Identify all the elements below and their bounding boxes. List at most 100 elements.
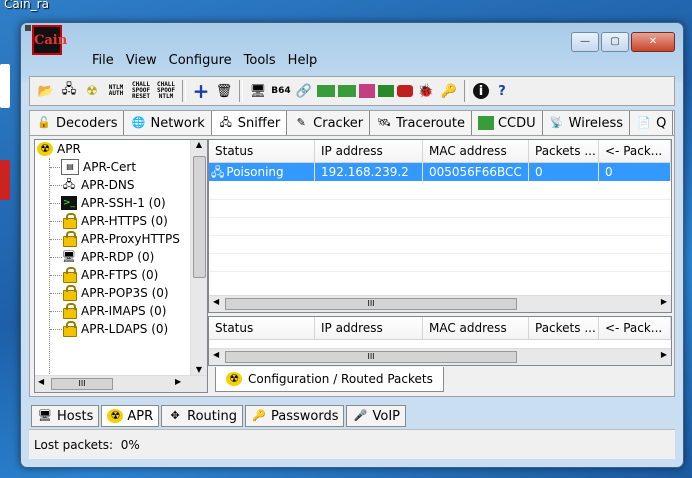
base64-icon[interactable]: B64 [271, 81, 291, 101]
radiation-icon: ☢ [226, 372, 242, 386]
scroll-down-icon[interactable]: ▼ [191, 365, 207, 374]
ntlm-auth-icon[interactable]: NTLM AUTH [105, 81, 127, 101]
scroll-left-icon[interactable]: ◀ [213, 297, 219, 306]
tree-item[interactable]: 🖧 APR-DNS [61, 176, 135, 194]
grid-horizontal-scrollbar[interactable]: ◀ III ▶ [209, 348, 671, 365]
scroll-left-icon[interactable]: ◀ [213, 350, 219, 359]
vpn-icon[interactable] [338, 85, 356, 97]
caption-buttons: — ▢ ✕ [571, 32, 675, 52]
tab-passwords[interactable]: 🔑 Passwords [244, 405, 345, 427]
oracle-icon[interactable] [317, 85, 335, 97]
column-packets-in[interactable]: <- Pack... [599, 317, 671, 339]
toolbar-separator [182, 80, 186, 102]
status-bar: Lost packets: 0% [29, 429, 675, 459]
grid-horizontal-scrollbar[interactable]: ◀ III ▶ [209, 295, 671, 312]
tab-ccdu[interactable]: CCDU [471, 111, 543, 135]
tab-query[interactable]: 📄 Q [630, 111, 674, 135]
tree-item[interactable]: APR-ProxyHTTPS [61, 230, 180, 248]
tree-item[interactable]: APR-IMAPS (0) [61, 302, 166, 320]
scroll-up-icon[interactable]: ▲ [191, 140, 207, 149]
scroll-thumb[interactable]: III [225, 351, 517, 363]
rdp-icon: 🖥 [62, 250, 76, 263]
tree-item[interactable]: APR-LDAPS (0) [61, 320, 168, 338]
remove-icon[interactable]: 🗑 [214, 81, 234, 101]
sniffer-toggle-icon[interactable]: 🖧 [59, 81, 79, 101]
scroll-right-icon[interactable]: ▶ [175, 377, 181, 386]
hosts-poisoning-grid[interactable]: Status IP address MAC address Packets ..… [208, 139, 672, 313]
menu-file[interactable]: File [87, 53, 119, 68]
open-folder-icon[interactable]: 📂 [36, 81, 56, 101]
md-icon[interactable] [359, 84, 375, 98]
decoder-icon[interactable]: 🖥 [248, 81, 268, 101]
desktop-folder-label[interactable]: Cain_ra [4, 0, 49, 11]
scroll-thumb[interactable]: III [225, 298, 517, 310]
column-status[interactable]: Status [209, 317, 315, 339]
tree-vertical-scrollbar[interactable]: ▲ ▼ [190, 140, 207, 376]
hash-icon[interactable]: 🔑 [439, 81, 459, 101]
tab-routing[interactable]: ✥ Routing [161, 405, 243, 427]
desktop-icon[interactable] [0, 160, 10, 200]
cracker-icon: ✎ [296, 116, 306, 129]
tree-item[interactable]: >_ APR-SSH-1 (0) [61, 194, 166, 212]
tree-item[interactable]: APR-HTTPS (0) [61, 212, 168, 230]
tree-item[interactable]: APR-POP3S (0) [61, 284, 169, 302]
chall-spoof-reset-icon[interactable]: CHALL SPOOF RESET [130, 81, 152, 101]
minimize-button[interactable]: — [571, 32, 599, 52]
column-ip-address[interactable]: IP address [315, 317, 423, 339]
column-mac-address[interactable]: MAC address [423, 317, 529, 339]
route-icon[interactable]: 🔗 [294, 81, 314, 101]
tree-item[interactable]: 🖥 APR-RDP (0) [61, 248, 154, 266]
column-mac-address[interactable]: MAC address [423, 140, 529, 162]
scroll-right-icon[interactable]: ▶ [661, 297, 667, 306]
menu-tools[interactable]: Tools [239, 53, 281, 68]
scroll-left-icon[interactable]: ◀ [38, 377, 44, 386]
apr-tree[interactable]: ☢ APR ▤ APR-Cert 🖧 APR-DNS >_ APR-SSH-1 (0)… [34, 139, 208, 393]
tree-horizontal-scrollbar[interactable]: ◀ III ▶ [35, 375, 207, 392]
cain-window: Cain File View Configure Tools Help — ▢ … [20, 22, 684, 468]
tree-item-apr[interactable]: ☢ APR [37, 140, 81, 158]
system-menu-icon[interactable] [25, 25, 31, 31]
column-ip-address[interactable]: IP address [315, 140, 423, 162]
monitor-icon[interactable] [378, 85, 394, 97]
tab-configuration-routed-packets[interactable]: ☢ Configuration / Routed Packets [215, 367, 444, 392]
tree-item[interactable]: ▤ APR-Cert [61, 158, 136, 176]
toolbar-separator [464, 80, 468, 102]
tree-item[interactable]: APR-FTPS (0) [61, 266, 158, 284]
help-icon[interactable]: ? [492, 81, 512, 101]
voip-icon: 🎤 [353, 409, 368, 422]
chall-spoof-ntlm-icon[interactable]: CHALL SPOOF NTLM [155, 81, 177, 101]
network-card-icon[interactable] [397, 85, 413, 97]
about-icon[interactable]: i [473, 83, 489, 99]
add-icon[interactable]: + [191, 79, 211, 103]
table-row[interactable]: 🖧 Poisoning 192.168.239.2 005056F66BCC 0… [209, 163, 671, 181]
scroll-thumb[interactable]: III [51, 378, 113, 390]
menu-help[interactable]: Help [283, 53, 323, 68]
scroll-right-icon[interactable]: ▶ [661, 350, 667, 359]
cisco-icon[interactable]: 🐞 [416, 81, 436, 101]
apr-toggle-icon[interactable]: ☢ [82, 81, 102, 101]
column-packets-in[interactable]: <- Pack... [599, 140, 671, 162]
close-button[interactable]: ✕ [631, 32, 675, 52]
cell-ip: 192.168.239.2 [315, 163, 423, 181]
tab-hosts[interactable]: 🖥 Hosts [31, 405, 100, 427]
maximize-button[interactable]: ▢ [601, 32, 629, 52]
tab-apr[interactable]: ☢ APR [101, 405, 160, 427]
lock-icon [63, 266, 77, 283]
tab-wireless[interactable]: 📡 Wireless [542, 111, 631, 135]
menu-view[interactable]: View [121, 53, 162, 68]
tab-network[interactable]: 🌐 Network [124, 111, 212, 135]
tab-sniffer[interactable]: 🖧 Sniffer [211, 111, 288, 135]
query-icon: 📄 [637, 116, 651, 129]
column-packets-out[interactable]: Packets ... [529, 317, 599, 339]
column-packets-out[interactable]: Packets ... [529, 140, 599, 162]
tab-decoders[interactable]: 🔓 Decoders [30, 111, 125, 135]
routed-packets-grid[interactable]: Status IP address MAC address Packets ..… [208, 316, 672, 366]
tab-cracker[interactable]: ✎ Cracker [287, 111, 371, 135]
desktop-icon[interactable] [0, 64, 10, 108]
column-status[interactable]: Status [209, 140, 315, 162]
scroll-thumb[interactable] [193, 156, 206, 278]
menu-configure[interactable]: Configure [164, 53, 237, 68]
tab-voip[interactable]: 🎤 VoIP [346, 405, 406, 427]
apr-icon: ☢ [107, 409, 124, 423]
tab-traceroute[interactable]: 🛰 Traceroute [370, 111, 472, 135]
